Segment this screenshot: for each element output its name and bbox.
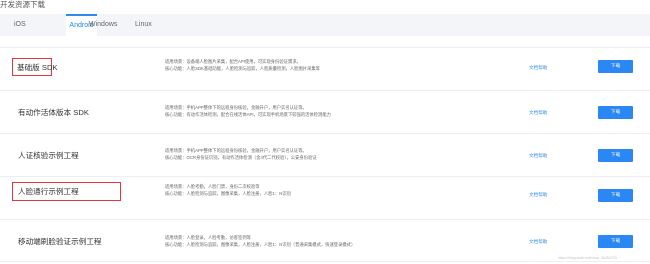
- download-button[interactable]: 下载: [598, 106, 633, 119]
- sdk-title: 有动作活体版本 SDK: [18, 108, 89, 117]
- sdk-title: 移动端刷脸验证示例工程: [18, 237, 102, 246]
- download-button[interactable]: 下载: [598, 149, 633, 162]
- sdk-features: 核心功能：人脸SDK基础功能，人脸检测与追踪，人脸质量检测，人脸图片采集等: [165, 66, 320, 71]
- watermark: https://blog.csdn.net/sinat_36264723: [558, 256, 617, 260]
- sdk-features: 核心功能：OCR身份证识别，有动作活体检测（含4代二代校验），公安身份验证: [165, 155, 317, 160]
- doc-help-link[interactable]: 文档帮助: [529, 173, 547, 216]
- sdk-features: 核心功能：人脸检测与追踪，图像采集，人脸注册，人脸1：N识别: [165, 191, 291, 196]
- doc-help-link[interactable]: 文档帮助: [529, 91, 547, 134]
- sdk-title: 人脸通行示例工程: [18, 187, 79, 196]
- tab-linux[interactable]: Linux: [135, 14, 152, 36]
- doc-help-link[interactable]: 文档帮助: [529, 134, 547, 177]
- page-title: 开发资源下载: [0, 0, 45, 9]
- sdk-row-action-liveness: 有动作活体版本 SDK 适用场景：手机APP整体下的远程身份核验，金融开户，用户…: [0, 90, 650, 133]
- sdk-row-face-access: 人脸通行示例工程 适用场景：人脸考勤，人脸门禁，身份二次校验等 核心功能：人脸检…: [0, 176, 650, 219]
- doc-help-link[interactable]: 文档帮助: [529, 220, 547, 263]
- platform-tabs: iOS Android Windows Linux: [0, 14, 650, 36]
- download-button[interactable]: 下载: [598, 189, 633, 202]
- tab-ios[interactable]: iOS: [14, 14, 26, 36]
- sdk-row-mobile-face-verify: 移动端刷脸验证示例工程 适用场景：人脸登录，人脸考勤，访客签到等 核心功能：人脸…: [0, 219, 650, 262]
- sdk-features: 核心功能：人脸检测与追踪，图像采集，人脸注册，人脸1：N识别（普通采集模式，快速…: [165, 242, 356, 247]
- tab-windows[interactable]: Windows: [89, 14, 117, 36]
- download-button[interactable]: 下载: [598, 60, 633, 73]
- sdk-title: 基础版 SDK: [17, 63, 58, 72]
- doc-help-link[interactable]: 文档帮助: [529, 46, 547, 89]
- sdk-row-basic: 基础版 SDK 适用场景：设备端人脸图片采集，配合API使用，可实现身份验证需求…: [0, 47, 650, 90]
- sdk-row-id-verification: 人证核验示例工程 适用场景：手机APP整体下的远程身份核验，金融开户，用户实名认…: [0, 133, 650, 176]
- sdk-features: 核心功能：有动作活体检测，配合在线活体API，可实现手机场景下较强的活体检测能力: [165, 112, 331, 117]
- download-button[interactable]: 下载: [598, 235, 633, 248]
